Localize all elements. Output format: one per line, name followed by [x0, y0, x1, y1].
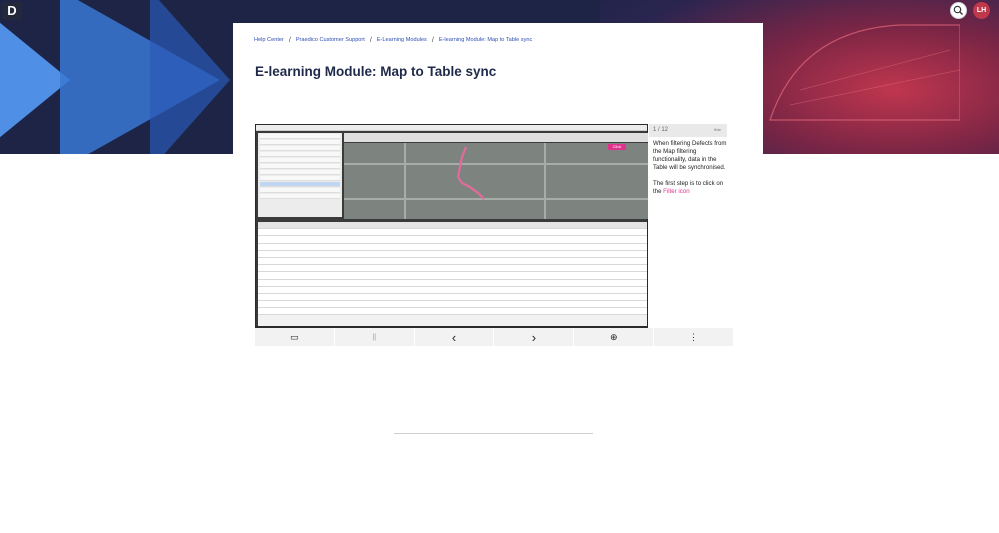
caption-icon: ▭: [290, 331, 299, 342]
pause-icon: ||: [372, 333, 377, 341]
page-title: E-learning Module: Map to Table sync: [255, 64, 497, 79]
player-controls: ▭ || ‹ › ⊕ ⋮: [255, 328, 733, 346]
step-counter-text: 1 / 12: [653, 127, 669, 133]
screenshot-map: [344, 143, 648, 219]
step-counter: 1 / 12 Hide: [649, 124, 727, 137]
search-button[interactable]: [950, 2, 967, 19]
screenshot-map-header: [344, 133, 648, 142]
article-card: Help Center / Praedico Customer Support …: [233, 23, 763, 533]
screenshot-defects-table: [258, 222, 647, 326]
breadcrumb-help-center[interactable]: Help Center: [254, 37, 284, 43]
search-icon: [953, 5, 963, 15]
screenshot-topbar: [256, 125, 647, 131]
breadcrumb-separator: /: [288, 36, 291, 44]
screenshot-click-badge: Click: [608, 144, 626, 150]
breadcrumb-customer-support[interactable]: Praedico Customer Support: [296, 37, 365, 43]
next-icon: ›: [531, 329, 537, 345]
breadcrumb: Help Center / Praedico Customer Support …: [254, 35, 532, 45]
train-illustration: [769, 24, 960, 121]
breadcrumb-e-learning-modules[interactable]: E-Learning Modules: [377, 37, 427, 43]
more-options-icon: ⋮: [689, 331, 699, 342]
tip-instruction: The first step is to click on the Filter…: [653, 180, 729, 196]
next-button[interactable]: ›: [494, 328, 575, 346]
caption-button[interactable]: ▭: [255, 328, 335, 346]
previous-icon: ‹: [451, 329, 457, 345]
pause-button[interactable]: ||: [335, 328, 415, 346]
filter-icon-link[interactable]: Filter icon: [663, 188, 689, 195]
praedico-logo[interactable]: D: [2, 2, 22, 20]
tutorial-player: Click 1 / 12 Hide When filtering Defects…: [255, 124, 733, 346]
hero-chevron: [150, 0, 230, 154]
screenshot-filter-sidebar: [258, 133, 342, 217]
tutorial-tip-panel: 1 / 12 Hide When filtering Defects from …: [649, 124, 733, 327]
zoom-in-icon: ⊕: [609, 331, 618, 342]
previous-button[interactable]: ‹: [415, 328, 495, 346]
breadcrumb-current-module[interactable]: E-learning Module: Map to Table sync: [439, 37, 533, 43]
more-options-button[interactable]: ⋮: [654, 328, 733, 346]
breadcrumb-separator: /: [369, 36, 372, 44]
zoom-in-button[interactable]: ⊕: [574, 328, 655, 346]
tip-description: When filtering Defects from the Map filt…: [653, 140, 727, 172]
user-avatar[interactable]: LH: [973, 2, 990, 19]
hide-tip-button[interactable]: Hide: [714, 124, 721, 137]
tutorial-screenshot[interactable]: Click: [255, 124, 648, 327]
breadcrumb-separator: /: [431, 36, 434, 44]
content-divider: [394, 433, 593, 434]
